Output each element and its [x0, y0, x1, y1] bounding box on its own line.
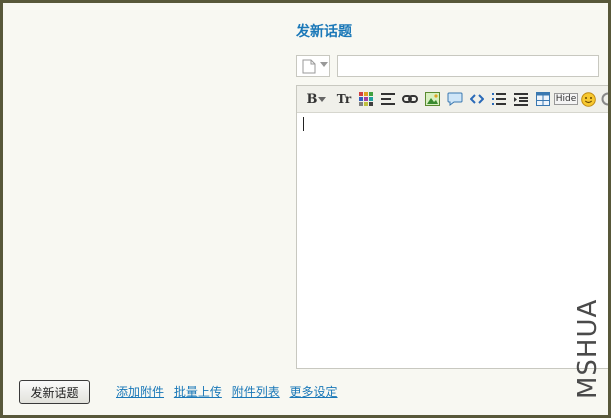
quote-button[interactable] [446, 90, 464, 108]
align-button[interactable] [379, 90, 397, 108]
text-cursor [303, 117, 304, 131]
smiley-icon [580, 91, 596, 107]
image-icon [424, 92, 440, 106]
link-icon [402, 95, 418, 103]
indent-button[interactable] [512, 90, 530, 108]
document-icon [302, 59, 316, 74]
font-size-icon: Tr [336, 92, 352, 106]
font-size-button[interactable]: Tr [334, 90, 354, 108]
hide-button[interactable]: Hide [553, 90, 579, 108]
table-icon [536, 92, 550, 106]
list-button[interactable] [490, 90, 508, 108]
bold-icon: B [306, 91, 318, 107]
more-tools-button[interactable] [599, 90, 608, 108]
color-icon [359, 92, 373, 106]
add-attachment-link[interactable]: 添加附件 [116, 385, 164, 399]
list-icon [492, 93, 506, 105]
attachment-links: 添加附件 批量上传 附件列表 更多设定 [116, 383, 344, 400]
smiley-button[interactable] [579, 90, 597, 108]
post-panel: 发新话题 B Tr Hide 发新话题 添加附件 批量上传 附件列表 更多设定 … [3, 3, 608, 415]
search-icon [601, 92, 608, 106]
code-button[interactable] [468, 90, 486, 108]
message-editor[interactable]: B Tr Hide [296, 85, 608, 369]
chevron-down-icon [318, 96, 326, 102]
text-style-dropdown[interactable] [317, 90, 327, 108]
watermark: MSHUA [573, 298, 603, 399]
quote-icon [447, 92, 463, 106]
link-button[interactable] [401, 90, 419, 108]
editor-toolbar: B Tr Hide [297, 86, 608, 113]
submit-post-button[interactable]: 发新话题 [19, 380, 90, 404]
color-button[interactable] [357, 90, 375, 108]
editor-content-area[interactable] [297, 113, 608, 368]
chevron-down-icon [320, 62, 328, 67]
subject-input[interactable] [337, 55, 599, 77]
post-type-select[interactable] [296, 55, 330, 77]
table-button[interactable] [534, 90, 552, 108]
align-icon [381, 93, 395, 105]
batch-upload-link[interactable]: 批量上传 [174, 385, 222, 399]
indent-icon [514, 92, 528, 106]
hide-icon: Hide [553, 93, 579, 105]
image-button[interactable] [423, 90, 441, 108]
page-title: 发新话题 [296, 24, 352, 40]
more-settings-link[interactable]: 更多设定 [290, 385, 338, 399]
attachment-list-link[interactable]: 附件列表 [232, 385, 280, 399]
code-icon [470, 94, 484, 104]
